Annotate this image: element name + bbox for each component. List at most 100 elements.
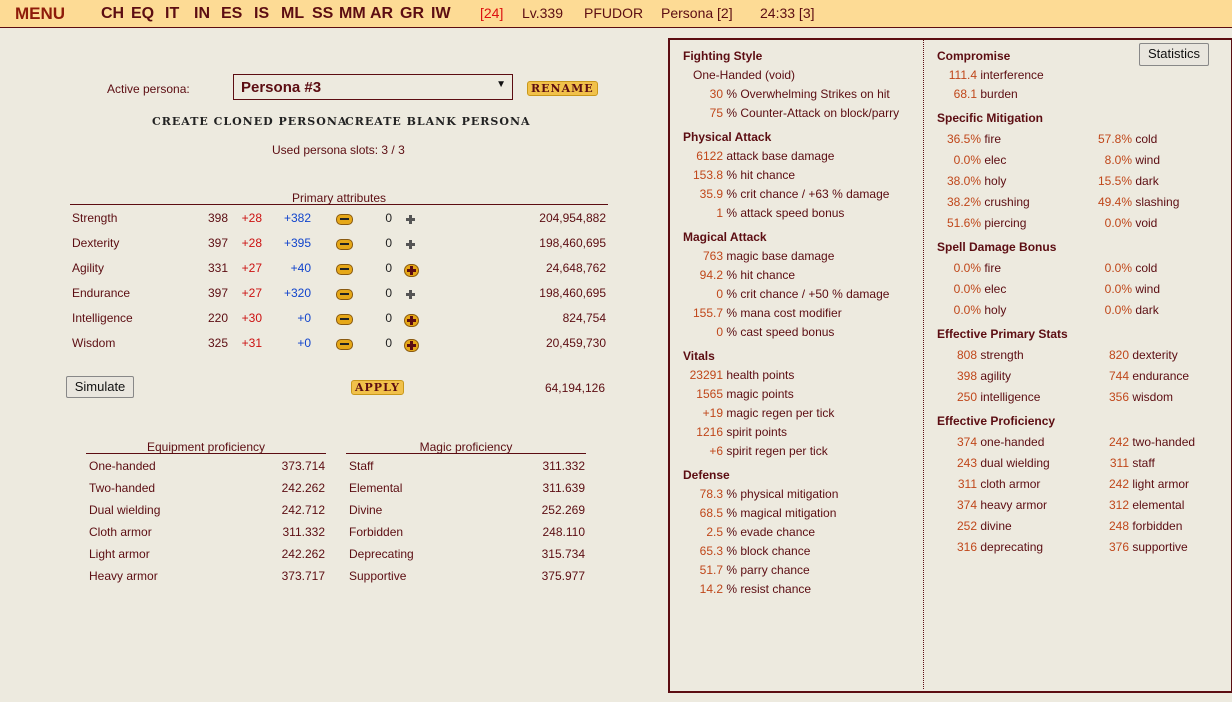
proficiency-name: Dual wielding: [89, 503, 161, 517]
stat-label: health points: [726, 368, 795, 382]
physical-attack-title: Physical Attack: [683, 130, 772, 144]
stat-value: 0: [716, 325, 723, 339]
statistics-button[interactable]: Statistics: [1139, 43, 1209, 66]
attribute-row-intelligence: Intelligence 220 +30 +0 0 824,754: [72, 311, 608, 329]
nav-iw[interactable]: IW: [431, 5, 451, 23]
nav-mm[interactable]: MM: [339, 5, 366, 23]
attribute-name: Endurance: [72, 286, 131, 300]
decrease-icon[interactable]: [336, 314, 353, 325]
proficiency-value: 311.639: [542, 481, 586, 495]
nav-es[interactable]: ES: [221, 5, 242, 23]
specific-mitigation-line: 38.2% crushing: [937, 195, 1030, 209]
compromise-line: 111.4 interference: [937, 68, 1044, 82]
attribute-exp-cost: 198,460,695: [539, 286, 606, 300]
apply-button[interactable]: APPLY: [351, 380, 404, 395]
proficiency-value: 248.110: [542, 525, 586, 539]
stat-label: elec: [984, 282, 1007, 296]
stat-label: crushing: [984, 195, 1030, 209]
magical-attack-line: 763 magic base damage: [683, 249, 834, 263]
stat-label: strength: [980, 348, 1024, 362]
stat-label: fire: [984, 261, 1002, 275]
spell-damage-bonus-line: 0.0% holy: [937, 303, 1007, 317]
magic-proficiency-row: Forbidden 248.110: [349, 525, 585, 541]
increase-icon[interactable]: [404, 314, 419, 327]
effective-proficiency-line: 374 heavy armor: [937, 498, 1047, 512]
decrease-icon[interactable]: [336, 339, 353, 350]
stat-label: % evade chance: [726, 525, 816, 539]
nav-is[interactable]: IS: [254, 5, 269, 23]
persona-select[interactable]: Persona #3 ▼: [233, 74, 513, 100]
stat-value: 49.4%: [1097, 195, 1132, 209]
specific-mitigation-line: 57.8% cold: [1088, 132, 1157, 146]
attribute-row-endurance: Endurance 397 +27 +320 0 198,460,695: [72, 286, 608, 304]
stat-label: forbidden: [1132, 519, 1183, 533]
stat-label: burden: [980, 87, 1018, 101]
stat-value: +6: [709, 444, 723, 458]
nav-gr[interactable]: GR: [400, 5, 424, 23]
nav-ss[interactable]: SS: [312, 5, 333, 23]
simulate-button[interactable]: Simulate: [66, 376, 134, 398]
increase-icon[interactable]: [404, 288, 417, 301]
physical-attack-line: 35.9 % crit chance / +63 % damage: [683, 187, 890, 201]
spell-damage-bonus-line: 0.0% cold: [1088, 261, 1158, 275]
nav-ml[interactable]: ML: [281, 5, 304, 23]
defense-line: 65.3 % block chance: [683, 544, 811, 558]
total-exp: 64,194,126: [544, 381, 605, 395]
stat-value: 35.9: [699, 187, 723, 201]
effective-proficiency-line: 243 dual wielding: [937, 456, 1050, 470]
fighting-style-line: 75 % Counter-Attack on block/parry: [683, 106, 899, 120]
stat-value: 0.0%: [953, 261, 981, 275]
stat-label: % resist chance: [726, 582, 812, 596]
nav-eq[interactable]: EQ: [131, 5, 154, 23]
persona-label[interactable]: Persona [2]: [661, 5, 733, 21]
stat-label: piercing: [984, 216, 1027, 230]
stat-label: divine: [980, 519, 1012, 533]
proficiency-value: 242.262: [281, 481, 325, 495]
fighting-style-value: One-Handed (void): [693, 68, 796, 82]
stat-label: % hit chance: [726, 168, 796, 182]
stat-label: wisdom: [1132, 390, 1174, 404]
magic-proficiency-row: Staff 311.332: [349, 459, 585, 475]
stat-value: 8.0%: [1104, 153, 1132, 167]
vitals-line: 23291 health points: [683, 368, 795, 382]
vitals-line: 1565 magic points: [683, 387, 793, 401]
create-cloned-persona-button[interactable]: CREATE CLONED PERSONA: [152, 115, 347, 128]
stat-label: % crit chance / +50 % damage: [726, 287, 890, 301]
proficiency-name: Supportive: [349, 569, 407, 583]
nav-it[interactable]: IT: [165, 5, 179, 23]
nav-ar[interactable]: AR: [370, 5, 393, 23]
equipment-proficiency-row: Light armor 242.262: [89, 547, 325, 563]
create-blank-persona-button[interactable]: CREATE BLANK PERSONA: [345, 115, 531, 128]
decrease-icon[interactable]: [336, 289, 353, 300]
nav-in[interactable]: IN: [194, 5, 210, 23]
proficiency-name: Staff: [349, 459, 374, 473]
stat-value: 242: [1108, 477, 1129, 491]
vitals-title: Vitals: [683, 349, 715, 363]
defense-line: 78.3 % physical mitigation: [683, 487, 839, 501]
effective-proficiency-line: 374 one-handed: [937, 435, 1044, 449]
effective-primary-title: Effective Primary Stats: [937, 327, 1068, 341]
increase-icon[interactable]: [404, 213, 417, 226]
increase-icon[interactable]: [404, 238, 417, 251]
stat-label: interference: [980, 68, 1044, 82]
increase-icon[interactable]: [404, 339, 419, 352]
stat-label: elemental: [1132, 498, 1185, 512]
attribute-change: 0: [385, 286, 392, 300]
attribute-base: 397: [207, 286, 228, 300]
menu-button[interactable]: MENU: [15, 4, 65, 24]
decrease-icon[interactable]: [336, 239, 353, 250]
attribute-total-bonus: +0: [297, 311, 311, 325]
stat-label: % Counter-Attack on block/parry: [726, 106, 900, 120]
effective-proficiency-line: 242 light armor: [1099, 477, 1189, 491]
specific-mitigation-line: 0.0% void: [1088, 216, 1158, 230]
decrease-icon[interactable]: [336, 264, 353, 275]
rename-button[interactable]: RENAME: [527, 81, 598, 96]
proficiency-name: One-handed: [89, 459, 156, 473]
nav-ch[interactable]: CH: [101, 5, 124, 23]
alert-count[interactable]: [24]: [480, 5, 503, 21]
stat-value: 2.5: [706, 525, 723, 539]
decrease-icon[interactable]: [336, 214, 353, 225]
increase-icon[interactable]: [404, 264, 419, 277]
stat-value: 57.8%: [1097, 132, 1132, 146]
equipment-proficiency-caption: Equipment proficiency: [86, 441, 326, 454]
